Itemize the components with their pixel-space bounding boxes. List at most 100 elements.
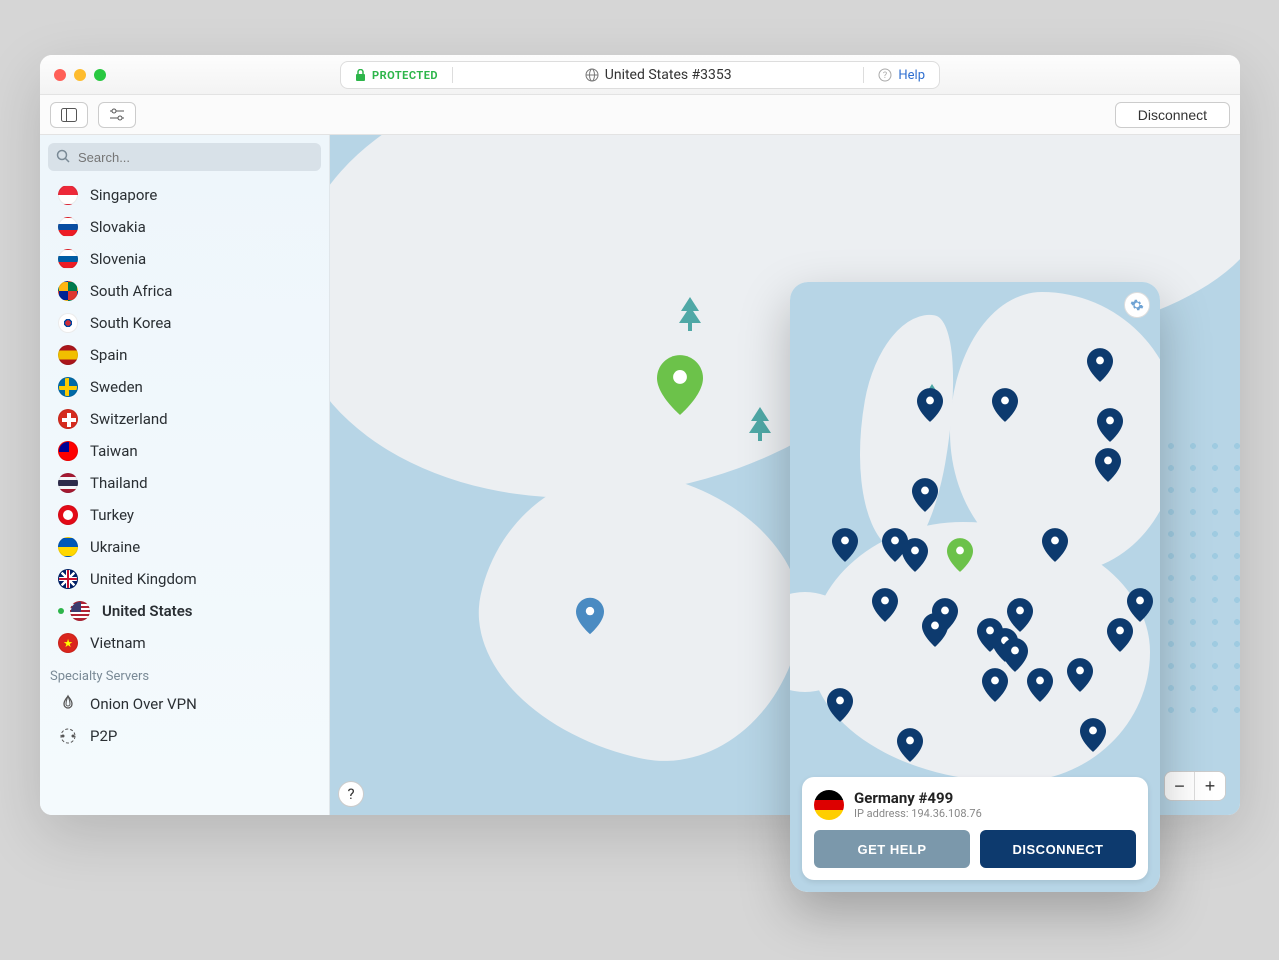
server-name: Germany #499 bbox=[854, 789, 982, 807]
country-item-tr[interactable]: Turkey bbox=[40, 499, 329, 531]
map-pin[interactable] bbox=[576, 597, 604, 635]
country-label: Turkey bbox=[90, 506, 134, 524]
flag-icon-gb bbox=[58, 569, 78, 589]
country-item-si[interactable]: Slovenia bbox=[40, 243, 329, 275]
mini-pin[interactable] bbox=[897, 728, 923, 762]
country-list[interactable]: Singapore Slovakia Slovenia South Africa Sou… bbox=[40, 179, 329, 815]
zoom-out-button[interactable]: − bbox=[1165, 772, 1195, 800]
country-label: Spain bbox=[90, 346, 127, 364]
tree-icon bbox=[679, 297, 701, 335]
country-item-tw[interactable]: Taiwan bbox=[40, 435, 329, 467]
flag-icon-sg bbox=[58, 185, 78, 205]
flag-icon-vn bbox=[58, 633, 78, 653]
mini-pin[interactable] bbox=[992, 388, 1018, 422]
mini-pin[interactable] bbox=[1080, 718, 1106, 752]
country-item-se[interactable]: Sweden bbox=[40, 371, 329, 403]
toolbar: PROTECTED United States #3353 ? Help Dis… bbox=[40, 95, 1240, 135]
protected-label: PROTECTED bbox=[372, 69, 438, 82]
country-label: United States bbox=[102, 602, 192, 620]
mini-pin[interactable] bbox=[912, 478, 938, 512]
search-icon bbox=[56, 149, 70, 163]
country-label: South Korea bbox=[90, 314, 171, 332]
map-help-button[interactable]: ? bbox=[338, 781, 364, 807]
search-input[interactable] bbox=[48, 143, 321, 171]
flag-icon-th bbox=[58, 473, 78, 493]
country-label: United Kingdom bbox=[90, 570, 197, 588]
country-label: Switzerland bbox=[90, 410, 168, 428]
mini-pin[interactable] bbox=[1007, 598, 1033, 632]
tree-icon bbox=[749, 407, 771, 445]
maximize-window-button[interactable] bbox=[94, 69, 106, 81]
zoom-in-button[interactable]: + bbox=[1195, 772, 1225, 800]
mini-pin[interactable] bbox=[917, 388, 943, 422]
mini-pin[interactable] bbox=[1107, 618, 1133, 652]
country-item-th[interactable]: Thailand bbox=[40, 467, 329, 499]
flag-icon-tr bbox=[58, 505, 78, 525]
country-label: Ukraine bbox=[90, 538, 140, 556]
server-card: Germany #499 IP address: 194.36.108.76 G… bbox=[790, 282, 1160, 892]
mini-pin[interactable] bbox=[1042, 528, 1068, 562]
country-item-sk[interactable]: Slovakia bbox=[40, 211, 329, 243]
mini-pin[interactable] bbox=[982, 668, 1008, 702]
zoom-controls: − + bbox=[1164, 771, 1226, 801]
sliders-icon bbox=[109, 108, 125, 122]
toggle-sidebar-button[interactable] bbox=[50, 102, 88, 128]
mini-pin[interactable] bbox=[902, 538, 928, 572]
close-window-button[interactable] bbox=[54, 69, 66, 81]
specialty-item-onion[interactable]: Onion Over VPN bbox=[40, 688, 329, 720]
country-item-sg[interactable]: Singapore bbox=[40, 179, 329, 211]
country-label: South Africa bbox=[90, 282, 172, 300]
specialty-item-p2p[interactable]: P2P bbox=[40, 720, 329, 752]
flag-icon-us bbox=[70, 601, 90, 621]
country-item-es[interactable]: Spain bbox=[40, 339, 329, 371]
card-disconnect-button[interactable]: DISCONNECT bbox=[980, 830, 1136, 868]
help-icon: ? bbox=[878, 68, 892, 82]
country-item-us[interactable]: United States bbox=[40, 595, 329, 627]
country-item-za[interactable]: South Africa bbox=[40, 275, 329, 307]
country-item-ch[interactable]: Switzerland bbox=[40, 403, 329, 435]
server-ip: IP address: 194.36.108.76 bbox=[854, 807, 982, 820]
mini-pin[interactable] bbox=[1097, 408, 1123, 442]
flag-icon-sk bbox=[58, 217, 78, 237]
country-label: Slovakia bbox=[90, 218, 146, 236]
mini-pin[interactable] bbox=[1027, 668, 1053, 702]
sidebar-icon bbox=[61, 108, 77, 122]
mini-pin[interactable] bbox=[922, 613, 948, 647]
card-settings-button[interactable] bbox=[1124, 292, 1150, 318]
gear-icon bbox=[1130, 298, 1144, 312]
country-item-vn[interactable]: Vietnam bbox=[40, 627, 329, 659]
flag-icon-za bbox=[58, 281, 78, 301]
minimize-window-button[interactable] bbox=[74, 69, 86, 81]
country-item-gb[interactable]: United Kingdom bbox=[40, 563, 329, 595]
germany-flag-icon bbox=[814, 790, 844, 820]
flag-icon-es bbox=[58, 345, 78, 365]
disconnect-button[interactable]: Disconnect bbox=[1115, 102, 1230, 128]
mini-pin[interactable] bbox=[1087, 348, 1113, 382]
country-label: Sweden bbox=[90, 378, 143, 396]
specialty-label: P2P bbox=[90, 727, 117, 745]
flag-icon-ch bbox=[58, 409, 78, 429]
globe-icon bbox=[585, 68, 599, 82]
mini-pin[interactable] bbox=[1002, 638, 1028, 672]
country-label: Slovenia bbox=[90, 250, 146, 268]
country-label: Taiwan bbox=[90, 442, 138, 460]
country-label: Singapore bbox=[90, 186, 157, 204]
country-item-ua[interactable]: Ukraine bbox=[40, 531, 329, 563]
mini-pin[interactable] bbox=[1067, 658, 1093, 692]
status-bar: PROTECTED United States #3353 ? Help bbox=[340, 61, 940, 89]
mini-pin[interactable] bbox=[872, 588, 898, 622]
mini-pin[interactable] bbox=[1127, 588, 1153, 622]
card-footer: Germany #499 IP address: 194.36.108.76 G… bbox=[802, 777, 1148, 880]
mini-pin[interactable] bbox=[832, 528, 858, 562]
flag-icon-se bbox=[58, 377, 78, 397]
mini-pin[interactable] bbox=[1095, 448, 1121, 482]
country-item-kr[interactable]: South Korea bbox=[40, 307, 329, 339]
mini-pin-active[interactable] bbox=[947, 538, 973, 572]
get-help-button[interactable]: GET HELP bbox=[814, 830, 970, 868]
settings-button[interactable] bbox=[98, 102, 136, 128]
mini-pin[interactable] bbox=[827, 688, 853, 722]
help-link[interactable]: Help bbox=[898, 68, 925, 83]
specialty-servers-label: Specialty Servers bbox=[40, 659, 329, 688]
window-controls bbox=[54, 69, 106, 81]
map-pin-active[interactable] bbox=[657, 355, 703, 415]
